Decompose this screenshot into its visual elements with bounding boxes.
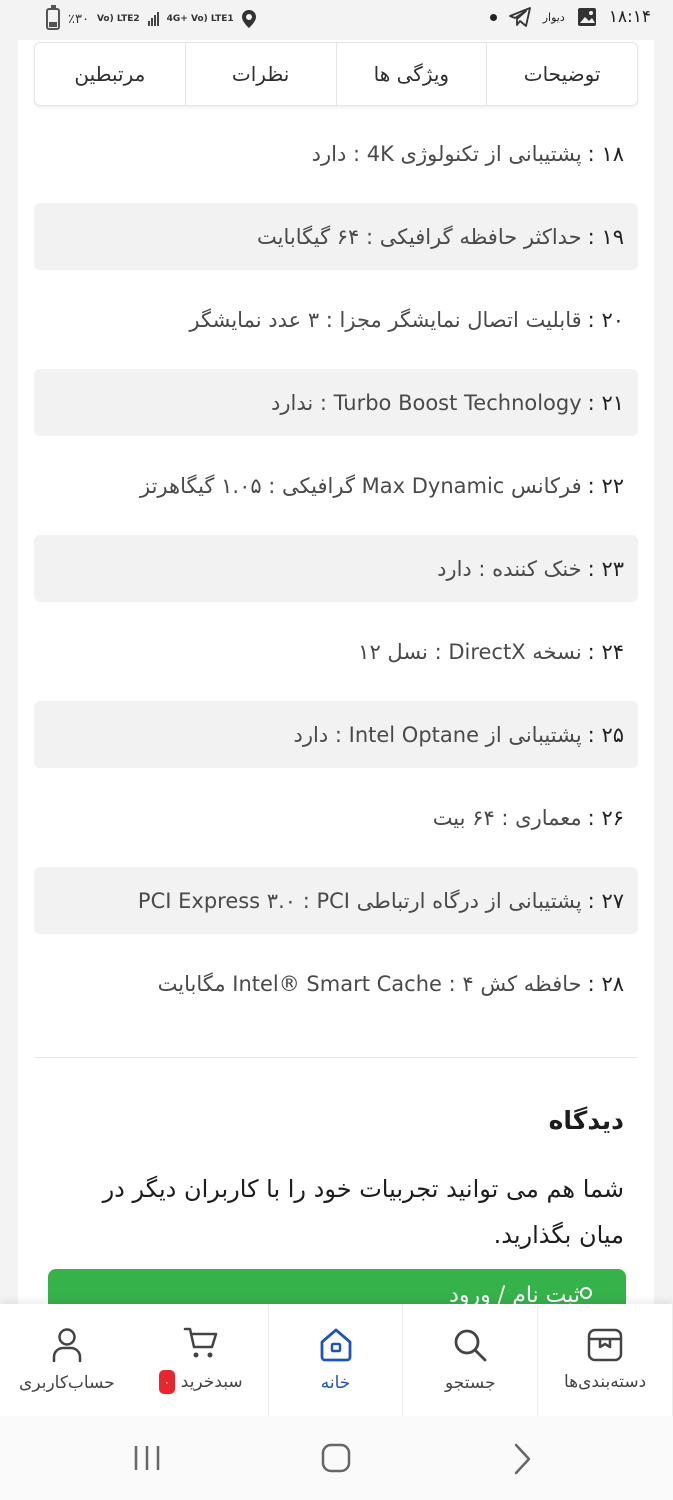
network-lte1: 4G+ Vo) LTE1: [166, 14, 234, 24]
spec-number: ۱۹ :: [587, 224, 624, 249]
tab-comments[interactable]: نظرات: [184, 43, 336, 105]
spec-row-23: ۲۳ : خنک کننده : دارد: [34, 535, 638, 602]
status-right: دیوار ۱۸:۱۴: [489, 7, 651, 27]
categories-icon: [587, 1328, 623, 1362]
spec-number: ۲۲ :: [587, 473, 624, 498]
spec-number: ۲۱ :: [587, 390, 624, 415]
cart-icon: [183, 1327, 217, 1358]
spec-number: ۲۸ :: [587, 971, 624, 996]
product-details-card: توضیحات ویژگی ها نظرات مرتبطین ۱۸ : پشتیب…: [18, 40, 654, 1310]
spec-text: پشتیبانی از Intel Optane : دارد: [293, 722, 582, 747]
spec-number: ۲۵ :: [587, 722, 624, 747]
spec-number: ۲۳ :: [587, 556, 624, 581]
nav-account-label: حساب‌کاربری: [19, 1373, 115, 1393]
home-button-icon[interactable]: [320, 1442, 352, 1474]
spec-list: ۱۸ : پشتیبانی از تکنولوژی 4K : دارد ۱۹ :ح…: [34, 120, 638, 1033]
tab-related[interactable]: مرتبطین: [35, 43, 185, 105]
spec-text: نسخه DirectX : نسل ۱۲: [358, 639, 582, 664]
spec-text: معماری : ۶۴ بیت: [432, 805, 582, 830]
product-tabs: توضیحات ویژگی ها نظرات مرتبطین: [34, 42, 638, 106]
spec-number: ۱۸ :: [587, 141, 624, 166]
battery-percent: ٪۳۰: [68, 11, 89, 27]
nav-cart-label: سبدخرید: [180, 1372, 243, 1392]
spec-number: ۲۷ :: [587, 888, 624, 913]
nav-home[interactable]: خانه: [269, 1304, 404, 1416]
bottom-navigation: دسته‌بندی‌ها جستجو خانه سبدخرید ۰ حساب‌ک…: [0, 1304, 673, 1416]
spec-row-25: ۲۵ : پشتیبانی از Intel Optane : دارد: [34, 701, 638, 768]
nav-search[interactable]: جستجو: [403, 1304, 539, 1416]
system-navigation-bar: [0, 1416, 673, 1500]
nav-cart[interactable]: سبدخرید ۰: [134, 1304, 269, 1416]
back-chevron-icon[interactable]: [510, 1442, 534, 1476]
status-bar: ٪۳۰ Vo) LTE2 4G+ Vo) LTE1 دیوار ۱۸:۱۴: [0, 0, 673, 40]
review-description: شما هم می توانید تجربیات خود را با کاربر…: [102, 1175, 624, 1249]
divar-app-icon: دیوار: [542, 10, 565, 24]
spec-number: ۲۰ :: [587, 307, 624, 332]
spec-row-18: ۱۸ : پشتیبانی از تکنولوژی 4K : دارد: [34, 120, 638, 187]
nav-home-label: خانه: [320, 1373, 351, 1393]
spec-text: فرکانس Max Dynamic گرافیکی : ۱.۰۵ گیگاهر…: [140, 473, 582, 498]
tab-features[interactable]: ویژگی ها: [335, 43, 487, 105]
battery-icon: [46, 5, 60, 30]
spec-text: حداکثر حافظه گرافیکی : ۶۴ گیگابایت: [257, 224, 582, 249]
spec-text: پشتیبانی از درگاه ارتباطی PCI Express ۳.…: [137, 888, 582, 913]
cart-label-wrap: سبدخرید ۰: [158, 1370, 243, 1394]
spec-row-28: ۲۸ : حافظه کش Intel® Smart Cache : ۴ مگاب…: [34, 950, 638, 1017]
spec-row-26: ۲۶ : معماری : ۶۴ بیت: [34, 784, 638, 851]
spec-text: حافظه کش Intel® Smart Cache : ۴ مگابایت: [157, 971, 582, 996]
spec-row-19: ۱۹ : حداکثر حافظه گرافیکی : ۶۴ گیگابایت: [34, 203, 638, 270]
telegram-icon: [508, 7, 531, 27]
spec-row-22: ۲۲ : فرکانس Max Dynamic گرافیکی : ۱.۰۵ گی…: [34, 452, 638, 519]
notification-dot-icon: [489, 13, 497, 21]
spec-text: قابلیت اتصال نمایشگر مجزا : ۳ عدد نمایشگ…: [189, 307, 582, 332]
spec-row-21: ۲۱ : Turbo Boost Technology : ندارد: [34, 369, 638, 436]
spec-row-27: ۲۷ : پشتیبانی از درگاه ارتباطی PCI Expres…: [34, 867, 638, 934]
signal-icon: [147, 12, 159, 26]
nav-search-label: جستجو: [445, 1373, 496, 1393]
tab-description[interactable]: توضیحات: [486, 43, 637, 105]
gallery-icon: [577, 8, 596, 26]
spec-number: ۲۴ :: [587, 639, 624, 664]
user-account-icon: [52, 1328, 82, 1363]
clock: ۱۸:۱۴: [608, 7, 651, 27]
spec-text: پشتیبانی از تکنولوژی 4K : دارد: [311, 141, 582, 166]
nav-categories[interactable]: دسته‌بندی‌ها: [538, 1304, 673, 1416]
nav-categories-label: دسته‌بندی‌ها: [563, 1372, 647, 1392]
search-icon: [454, 1329, 487, 1362]
recent-apps-icon[interactable]: [132, 1442, 162, 1474]
review-heading: دیدگاه: [548, 1106, 624, 1135]
status-left: ٪۳۰ Vo) LTE2 4G+ Vo) LTE1: [46, 5, 256, 30]
network-lte2: Vo) LTE2: [96, 14, 140, 24]
spec-number: ۲۶ :: [587, 805, 624, 830]
spec-row-24: ۲۴ : نسخه DirectX : نسل ۱۲: [34, 618, 638, 685]
user-icon: [580, 1287, 592, 1299]
section-divider: [34, 1057, 638, 1058]
spec-row-20: ۲۰ : قابلیت اتصال نمایشگر مجزا : ۳ عدد نم…: [34, 286, 638, 353]
location-icon: [241, 10, 256, 28]
cart-count-badge: ۰: [158, 1370, 175, 1394]
spec-text: خنک کننده : دارد: [437, 556, 582, 581]
spec-text: Turbo Boost Technology : ندارد: [271, 390, 582, 415]
nav-account[interactable]: حساب‌کاربری: [0, 1304, 134, 1416]
home-icon: [320, 1328, 351, 1362]
